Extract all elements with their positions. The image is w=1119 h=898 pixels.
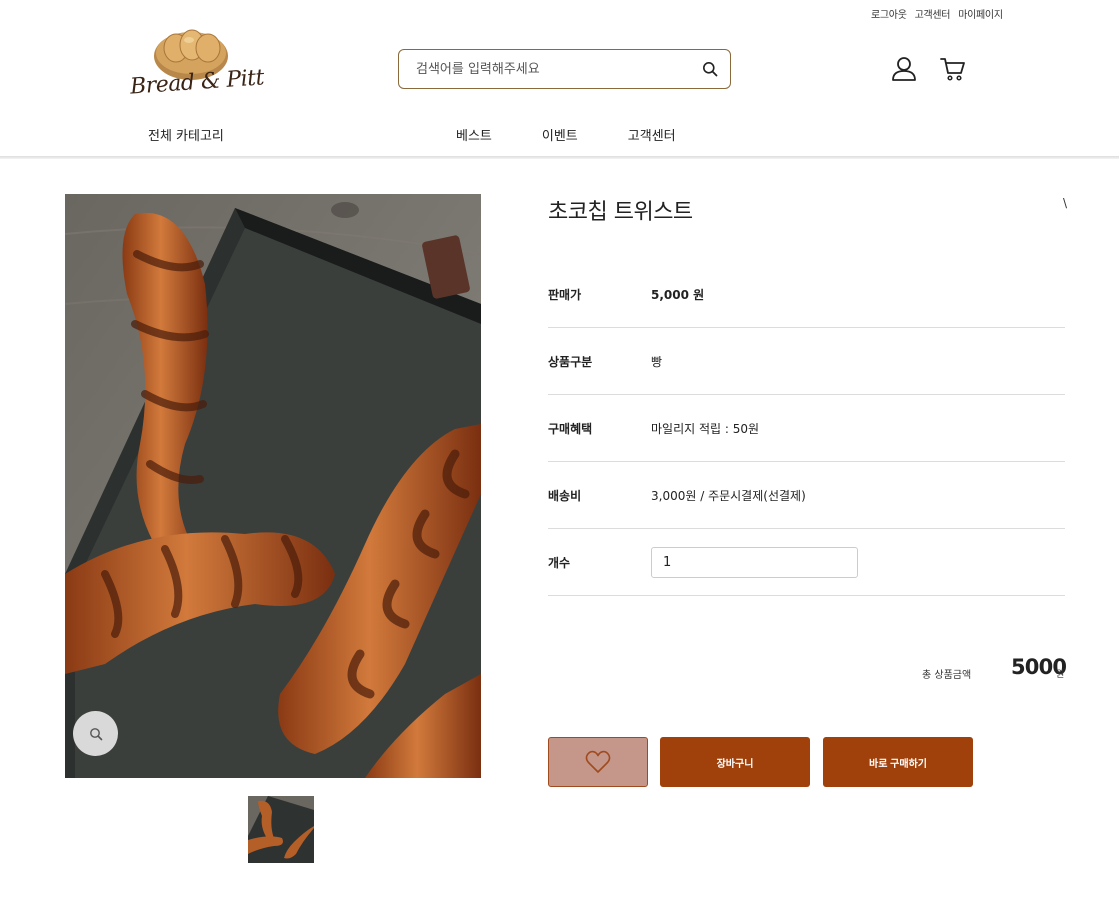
nav-item-customer-center[interactable]: 고객센터 <box>628 125 676 144</box>
benefit-value: 마일리지 적립 : 50원 <box>651 421 760 436</box>
user-icon[interactable] <box>890 56 918 82</box>
customer-center-link[interactable]: 고객센터 <box>915 6 951 21</box>
logo[interactable]: Bread & Pitt <box>128 26 265 112</box>
product-thumbnail[interactable] <box>248 796 314 863</box>
product-title: 초코칩 트위스트 <box>548 200 693 225</box>
wishlist-button[interactable] <box>548 737 648 787</box>
info-row-shipping: 배송비 3,000원 / 주문시결제(선결제) <box>548 462 1065 529</box>
cart-icon[interactable] <box>940 56 966 82</box>
product-main-image <box>65 194 481 778</box>
mypage-link[interactable]: 마이페이지 <box>958 6 1003 21</box>
heart-icon <box>585 750 611 773</box>
info-row-quantity: 개수 <box>548 529 1065 596</box>
zoom-button[interactable] <box>73 711 118 756</box>
search-icon[interactable] <box>702 61 718 77</box>
shipping-value: 3,000원 / 주문시결제(선결제) <box>651 488 806 503</box>
search-input[interactable] <box>416 61 702 77</box>
product-info-table: 판매가 5,000 원 상품구분 빵 구매혜택 마일리지 적립 : 50원 배송… <box>548 261 1065 596</box>
total-label: 총 상품금액 <box>922 670 972 681</box>
info-label: 개수 <box>548 555 571 570</box>
buy-now-button[interactable]: 바로 구매하기 <box>823 737 973 787</box>
header-icons <box>890 56 966 82</box>
nav-item-event[interactable]: 이벤트 <box>542 125 578 144</box>
info-label: 배송비 <box>548 488 582 503</box>
search-bar <box>398 49 731 89</box>
price-value: 5,000 원 <box>651 287 705 302</box>
header-divider <box>0 156 1119 159</box>
add-to-cart-button[interactable]: 장바구니 <box>660 737 810 787</box>
info-label: 판매가 <box>548 287 582 302</box>
info-label: 상품구분 <box>548 354 593 369</box>
zoom-icon <box>89 727 102 740</box>
info-row-benefit: 구매혜택 마일리지 적립 : 50원 <box>548 395 1065 462</box>
info-row-price: 판매가 5,000 원 <box>548 261 1065 328</box>
all-categories-menu[interactable]: 전체 카테고리 <box>148 125 224 144</box>
info-row-category: 상품구분 빵 <box>548 328 1065 395</box>
quantity-input[interactable] <box>651 546 858 578</box>
share-mark: \ <box>1063 196 1068 210</box>
utility-links: 로그아웃 고객센터 마이페이지 <box>871 6 1003 21</box>
category-value: 빵 <box>651 354 663 369</box>
logout-link[interactable]: 로그아웃 <box>871 6 907 21</box>
total-unit: 원 <box>1056 670 1065 680</box>
nav-item-best[interactable]: 베스트 <box>456 125 492 144</box>
info-label: 구매혜택 <box>548 421 593 436</box>
main-nav: 베스트 이벤트 고객센터 <box>456 125 676 144</box>
